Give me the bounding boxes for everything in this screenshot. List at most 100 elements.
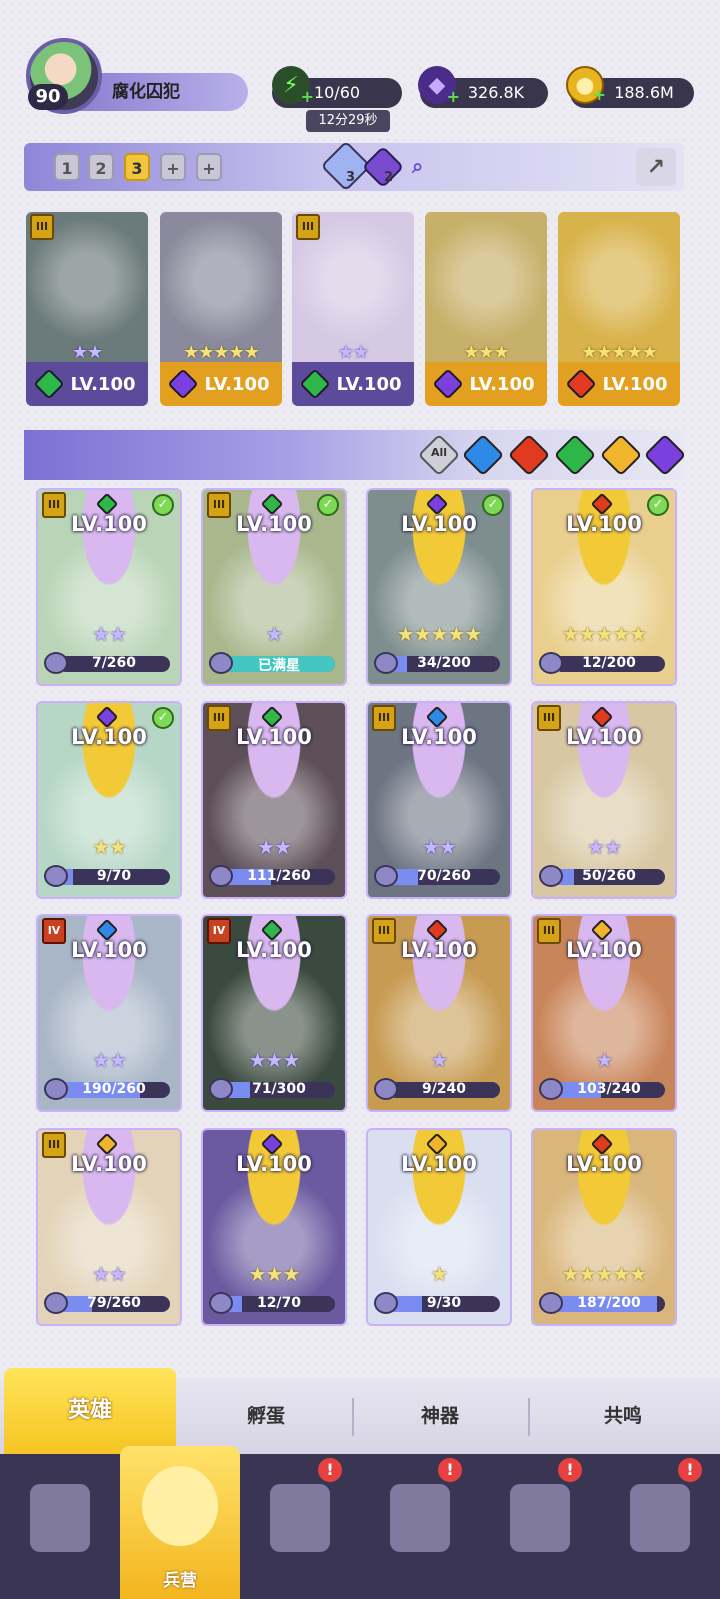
shard-icon <box>209 1292 233 1314</box>
tab-hatch[interactable]: 孵蛋 <box>180 1378 352 1454</box>
team-card-footer: LV.100 <box>425 362 547 406</box>
rank-badge: III <box>30 214 54 240</box>
blue-crystal-count: 3 <box>346 170 356 185</box>
dark-element-icon <box>432 368 465 400</box>
team-hero-card[interactable]: III ★★ LV.100 <box>292 212 414 406</box>
hero-card[interactable]: ✓ LV.100 ★★★★★ 34/200 <box>368 490 510 684</box>
nav-map[interactable]: ! <box>240 1458 360 1582</box>
progress-text: 71/300 <box>252 1081 306 1097</box>
hero-card[interactable]: III LV.100 ★★ 111/260 <box>203 703 345 897</box>
gold-coin-icon[interactable]: ● + <box>566 66 606 104</box>
tab-artifacts[interactable]: 神器 <box>354 1378 526 1454</box>
team-tab-add-2[interactable]: + <box>196 153 222 181</box>
nav-barracks[interactable]: 兵营 <box>120 1446 240 1599</box>
team-card-footer: LV.100 <box>160 362 282 406</box>
team-hero-card[interactable]: ★★★ LV.100 <box>425 212 547 406</box>
gem-icon[interactable]: ◆ + <box>418 66 460 106</box>
search-icon[interactable]: ⌕ <box>412 154 436 178</box>
hero-card[interactable]: IV LV.100 ★★★ 71/300 <box>203 916 345 1110</box>
star-rating: ★★ <box>337 342 369 363</box>
hero-portrait <box>425 212 547 362</box>
star-rating: ★★★★★ <box>581 342 658 363</box>
hero-level: LV.100 <box>401 725 477 749</box>
shard-icon <box>44 652 68 674</box>
alert-icon: ! <box>318 1458 342 1482</box>
star-rating: ★ <box>595 1048 614 1072</box>
team-tab-add[interactable]: + <box>160 153 186 181</box>
progress-text: 7/260 <box>91 655 137 671</box>
hero-level: LV.100 <box>566 512 642 536</box>
share-button[interactable]: ↗ <box>636 148 676 186</box>
hero-card[interactable]: ✓ LV.100 ★★ 9/70 <box>38 703 180 897</box>
team-tab-1[interactable]: 1 <box>54 153 80 181</box>
progress-text: 111/260 <box>247 868 311 884</box>
shard-icon <box>539 1292 563 1314</box>
nav-mushroom[interactable]: ! <box>480 1458 600 1582</box>
hero-card[interactable]: III ✓ LV.100 ★ 已满星 <box>203 490 345 684</box>
shard-progress: 50/260 <box>539 865 669 887</box>
star-rating: ★★★★★ <box>396 622 483 646</box>
team-tab-2[interactable]: 2 <box>88 153 114 181</box>
team-hero-card[interactable]: III ★★ LV.100 <box>26 212 148 406</box>
hero-card[interactable]: III LV.100 ★ 9/240 <box>368 916 510 1110</box>
energy-icon[interactable]: ⚡ + <box>272 66 314 106</box>
hero-card[interactable]: ✓ LV.100 ★★★★★ 12/200 <box>533 490 675 684</box>
hero-portrait <box>558 212 680 362</box>
share-icon: ↗ <box>646 154 666 180</box>
shard-progress: 12/70 <box>209 1292 339 1314</box>
map-icon <box>270 1484 330 1552</box>
hero-level: LV.100 <box>566 938 642 962</box>
hero-card[interactable]: III LV.100 ★★ 79/260 <box>38 1130 180 1324</box>
star-rating: ★★★ <box>463 342 509 363</box>
hero-level: LV.100 <box>566 1152 642 1176</box>
mushroom-icon <box>510 1484 570 1552</box>
hero-card[interactable]: IV LV.100 ★★ 190/260 <box>38 916 180 1110</box>
tab-heroes[interactable]: 英雄 <box>4 1368 176 1454</box>
team-hero-card[interactable]: ★★★★★ LV.100 <box>160 212 282 406</box>
shard-icon <box>209 865 233 887</box>
hero-card[interactable]: III LV.100 ★★ 70/260 <box>368 703 510 897</box>
hero-card[interactable]: LV.100 ★★★ 12/70 <box>203 1130 345 1324</box>
guild-icon <box>630 1484 690 1552</box>
nav-cards[interactable] <box>0 1470 120 1582</box>
progress-text: 50/260 <box>582 868 636 884</box>
nav-castle[interactable]: ! <box>360 1458 480 1582</box>
star-rating: ★ <box>430 1262 449 1286</box>
filter-all-label: All <box>430 446 448 459</box>
shard-icon <box>44 865 68 887</box>
star-rating: ★★★★★ <box>561 622 648 646</box>
hero-card[interactable]: III ✓ LV.100 ★★ 7/260 <box>38 490 180 684</box>
star-rating: ★★ <box>587 835 622 859</box>
star-rating: ★★★★★ <box>183 342 260 363</box>
hero-level: LV.100 <box>236 1152 312 1176</box>
shard-icon <box>374 1078 398 1100</box>
energy-timer: 12分29秒 <box>306 110 390 132</box>
progress-text: 70/260 <box>417 868 471 884</box>
team-tab-3[interactable]: 3 <box>124 153 150 181</box>
shard-icon <box>539 1078 563 1100</box>
progress-text: 103/240 <box>577 1081 641 1097</box>
hero-level: LV.100 <box>401 938 477 962</box>
hero-card[interactable]: LV.100 ★★★★★ 187/200 <box>533 1130 675 1324</box>
shard-icon <box>374 865 398 887</box>
shard-icon <box>539 652 563 674</box>
hero-card[interactable]: III LV.100 ★ 103/240 <box>533 916 675 1110</box>
hero-card[interactable]: LV.100 ★ 9/30 <box>368 1130 510 1324</box>
star-rating: ★ <box>430 1048 449 1072</box>
hero-card[interactable]: III LV.100 ★★ 50/260 <box>533 703 675 897</box>
progress-text: 9/240 <box>421 1081 467 1097</box>
nav-guild[interactable]: ! <box>600 1458 720 1582</box>
shard-progress: 34/200 <box>374 652 504 674</box>
team-hero-card[interactable]: ★★★★★ LV.100 <box>558 212 680 406</box>
hero-level: LV.100 <box>401 512 477 536</box>
shard-progress: 7/260 <box>44 652 174 674</box>
cards-icon <box>30 1484 90 1552</box>
shard-icon <box>44 1078 68 1100</box>
hero-level: LV.100 <box>71 512 147 536</box>
team-card-footer: LV.100 <box>292 362 414 406</box>
progress-text: 已满星 <box>258 658 300 674</box>
shard-icon <box>374 652 398 674</box>
tab-resonance[interactable]: 共鸣 <box>530 1378 716 1454</box>
rank-badge: III <box>296 214 320 240</box>
hero-level: LV.100 <box>71 1152 147 1176</box>
